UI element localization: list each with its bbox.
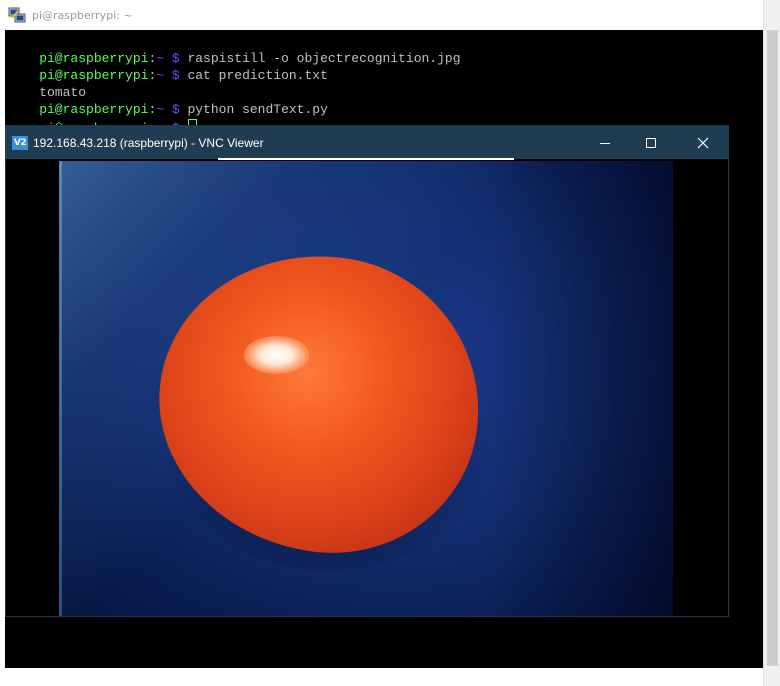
maximize-icon — [646, 137, 656, 148]
vnc-window-title: 192.168.43.218 (raspberrypi) - VNC Viewe… — [33, 135, 264, 150]
close-icon — [697, 137, 709, 148]
vertical-scrollbar[interactable] — [763, 0, 780, 686]
scrollbar-thumb[interactable] — [767, 30, 778, 666]
vnc-logo-icon: V2 — [12, 135, 28, 150]
putty-titlebar: pi@raspberrypi: ~ — [0, 0, 763, 30]
remote-desktop-view[interactable] — [59, 161, 673, 616]
maximize-button[interactable] — [628, 126, 674, 159]
vnc-viewer-window: V2 192.168.43.218 (raspberrypi) - VNC Vi… — [5, 125, 729, 617]
prompt-path: ~ $ — [156, 68, 180, 83]
vnc-toolbar-handle[interactable] — [218, 158, 514, 160]
putty-window-title: pi@raspberrypi: ~ — [32, 8, 133, 22]
screen-edge — [59, 161, 62, 616]
minimize-button[interactable] — [582, 126, 628, 159]
close-button[interactable] — [680, 126, 726, 159]
vnc-titlebar[interactable]: V2 192.168.43.218 (raspberrypi) - VNC Vi… — [6, 126, 728, 159]
command-text: python sendText.py — [179, 102, 328, 117]
tomato-highlight — [244, 336, 309, 374]
command-text: cat prediction.txt — [179, 68, 328, 83]
minimize-icon — [600, 142, 610, 144]
putty-icon — [8, 6, 26, 24]
